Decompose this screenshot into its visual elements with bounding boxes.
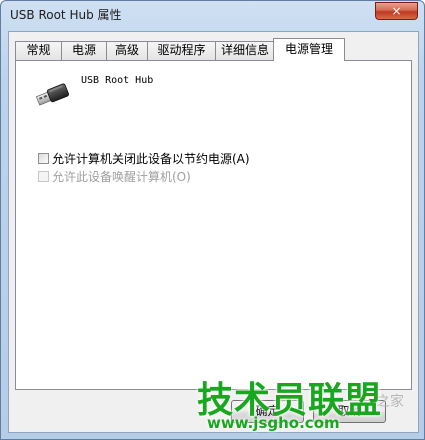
- allow-wake-label: 允许此设备唤醒计算机(O): [52, 170, 191, 184]
- allow-turn-off-label: 允许计算机关闭此设备以节约电源(A): [52, 152, 250, 166]
- close-icon: ×: [391, 4, 402, 18]
- tab-power-management[interactable]: 电源管理: [273, 38, 345, 61]
- close-button[interactable]: ×: [375, 2, 418, 20]
- tab-power[interactable]: 电源: [61, 41, 107, 60]
- device-name: USB Root Hub: [81, 75, 154, 86]
- allow-wake-option: 允许此设备唤醒计算机(O): [38, 170, 191, 184]
- usb-plug-icon: [35, 83, 70, 106]
- tab-driver[interactable]: 驱动程序: [147, 41, 216, 60]
- window-title: USB Root Hub 属性: [10, 8, 122, 22]
- watermark-url: www.jsgho.com: [207, 414, 340, 432]
- tab-details[interactable]: 详细信息: [215, 41, 275, 60]
- allow-turn-off-checkbox[interactable]: [38, 153, 49, 164]
- power-management-panel: USB Root Hub 允许计算机关闭此设备以节约电源(A) 允许此设备唤醒计…: [15, 60, 412, 390]
- allow-turn-off-option[interactable]: 允许计算机关闭此设备以节约电源(A): [38, 152, 250, 166]
- allow-wake-checkbox: [38, 171, 49, 182]
- tab-general[interactable]: 常规: [15, 41, 62, 60]
- tab-advanced[interactable]: 高级: [106, 41, 148, 60]
- properties-dialog: USB Root Hub 属性 × 常规 电源 高级 驱动程序 详细信息 电源管…: [0, 0, 425, 440]
